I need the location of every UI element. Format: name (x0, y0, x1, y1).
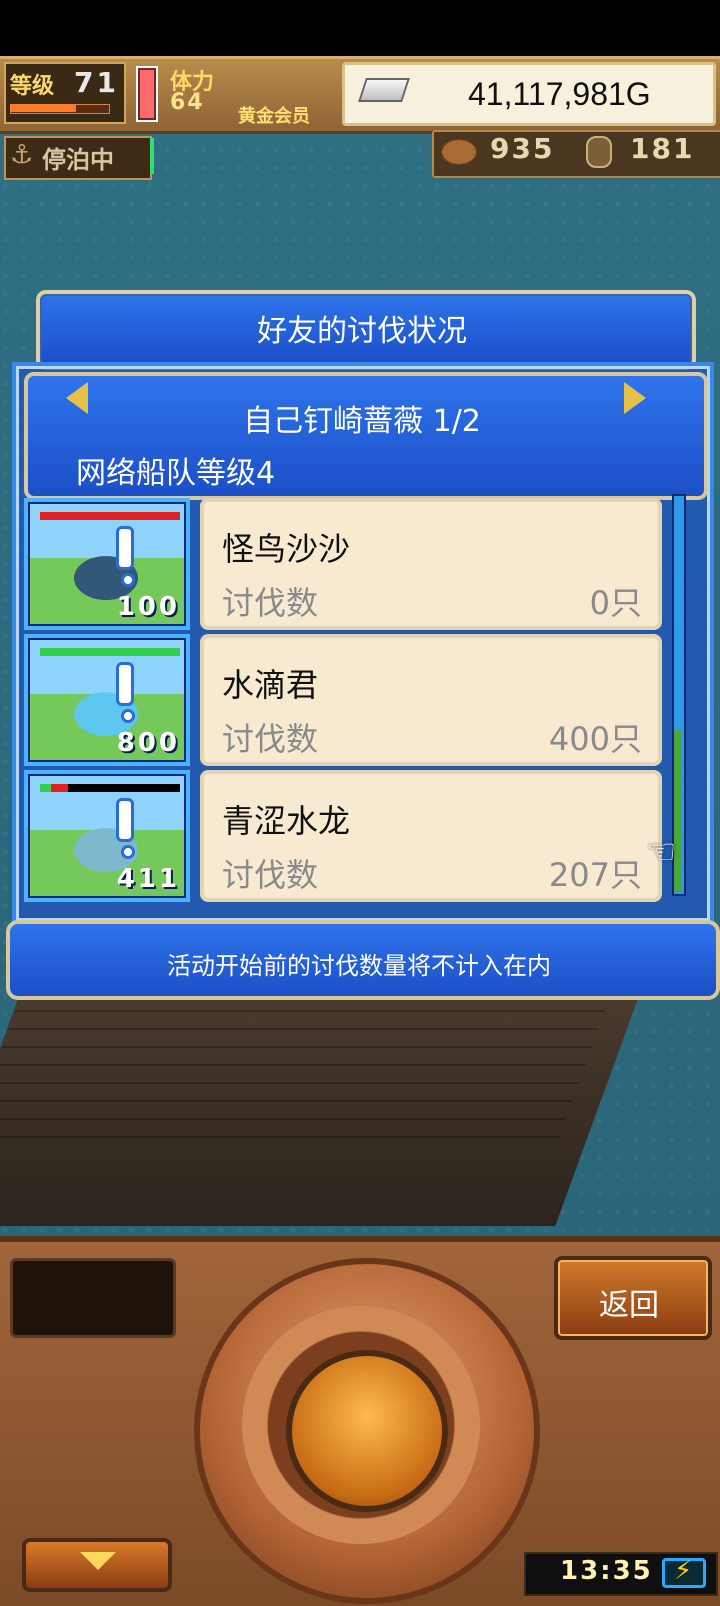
monster-name: 怪鸟沙沙 (222, 530, 351, 568)
dialog-title: 好友的讨伐状况 (257, 314, 467, 349)
stamina-value: 64 (170, 90, 205, 115)
hp-bar (40, 648, 180, 656)
defeat-count-value: 400只 (548, 720, 642, 758)
resource2-value: 181 (630, 132, 695, 165)
docking-status-text: 停泊中 (42, 146, 114, 174)
back-button-label: 返回 (599, 1288, 659, 1323)
defeat-count-label: 讨伐数 (222, 584, 319, 622)
down-arrow-icon (80, 1552, 116, 1570)
ship-deck-planks (0, 1010, 606, 1150)
charging-bolt-icon: ⚡ (674, 1556, 693, 1586)
food-icon (440, 138, 478, 166)
monster-thumbnail[interactable]: 411 (24, 770, 190, 902)
exclamation-icon (116, 526, 135, 587)
membership-badge: 黄金会员 (238, 106, 310, 127)
monster-count: 411 (116, 864, 180, 894)
money-value: 41,117,981G (468, 76, 651, 112)
monster-count: 100 (116, 592, 180, 622)
monster-name: 青涩水龙 (222, 802, 351, 840)
list-item[interactable]: 水滴君 讨伐数 400只 (200, 634, 662, 766)
fleet-level: 网络船队等级4 (76, 456, 276, 491)
coin-icon (586, 136, 612, 168)
list-item[interactable]: 怪鸟沙沙 讨伐数 0只 (200, 498, 662, 630)
hp-bar (40, 784, 68, 792)
level-value: 71 (74, 66, 119, 99)
exclamation-icon (116, 662, 135, 723)
footer-note: 活动开始前的讨伐数量将不计入在内 (167, 952, 551, 980)
level-label: 等级 (10, 74, 55, 99)
list-item[interactable]: 青涩水龙 讨伐数 207只 (200, 770, 662, 902)
anchor-icon: ⚓ (10, 140, 34, 170)
friend-name: 自己钉崎蔷薇 1/2 (243, 404, 481, 439)
pointer-hand-icon: ☜ (646, 832, 677, 872)
level-progress-fill (10, 104, 76, 112)
defeat-count-value: 0只 (589, 584, 642, 622)
hp-bar (40, 512, 180, 520)
monster-name: 水滴君 (222, 666, 319, 704)
resource1-value: 935 (490, 132, 555, 165)
monster-thumbnail[interactable]: 100 (24, 498, 190, 630)
dpad-center-button[interactable] (286, 1350, 448, 1512)
docking-indicator (150, 138, 154, 174)
defeat-count-value: 207只 (548, 856, 642, 894)
silver-ingot-icon (358, 78, 410, 102)
stamina-gauge (136, 66, 158, 122)
exclamation-icon (116, 798, 135, 859)
monster-count: 800 (116, 728, 180, 758)
defeat-count-label: 讨伐数 (222, 856, 319, 894)
monster-thumbnail[interactable]: 800 (24, 634, 190, 766)
defeat-count-label: 讨伐数 (222, 720, 319, 758)
empty-slot (10, 1258, 176, 1338)
clock-text: 13:35 (560, 1556, 653, 1586)
system-status-bar (0, 0, 720, 56)
